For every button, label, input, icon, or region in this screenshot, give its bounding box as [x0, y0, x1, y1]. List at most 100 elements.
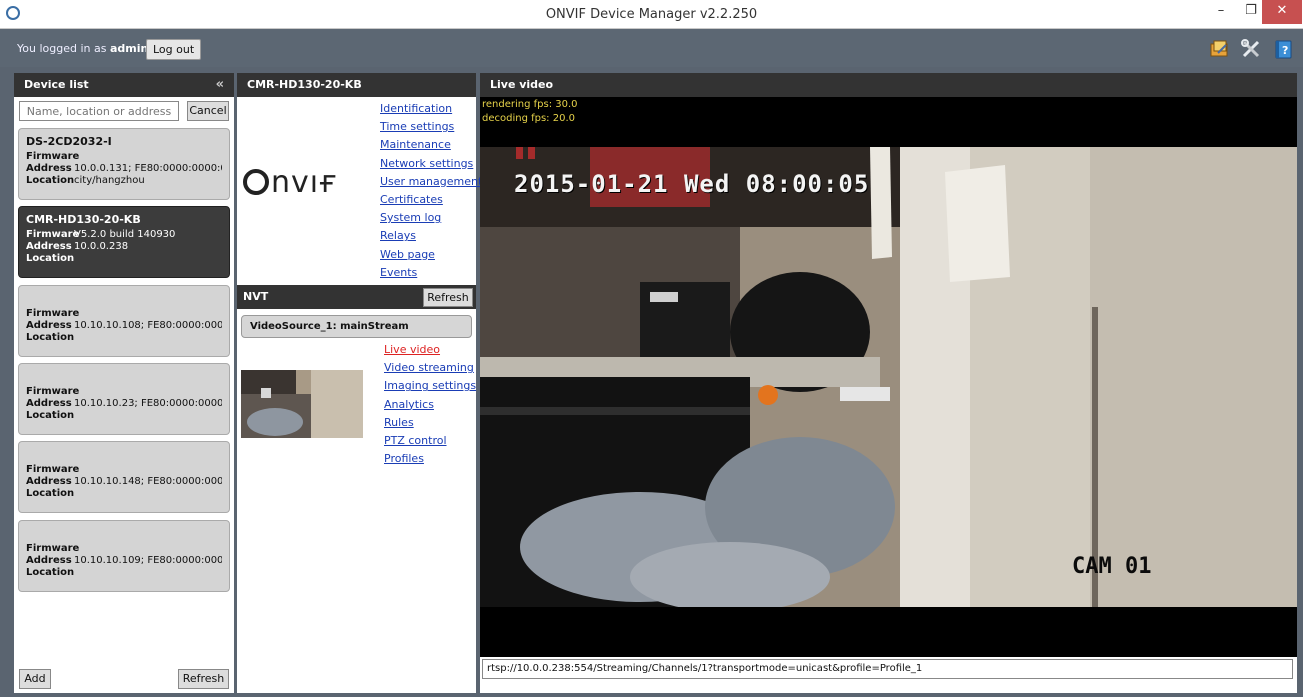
device-firmware-label: Firmware — [26, 386, 80, 397]
device-location-row: Location — [26, 488, 222, 500]
device-address-label: Address — [26, 241, 72, 252]
stream-url-field[interactable]: rtsp://10.0.0.238:554/Streaming/Channels… — [482, 659, 1293, 679]
login-status: You logged in as admin — [17, 42, 148, 55]
device-location-row: Location — [26, 567, 222, 579]
source-link-video-streaming[interactable]: Video streaming — [384, 361, 474, 374]
device-address-value: 10.10.10.148; FE80:0000:0000: — [74, 476, 222, 487]
device-address-row: Address 10.10.10.148; FE80:0000:0000: — [26, 476, 222, 488]
title-bar: ONVIF Device Manager v2.2.250 – ❐ ✕ — [0, 0, 1303, 29]
device-card[interactable]: Firmware Address 10.10.10.108; FE80:0000:0… — [18, 285, 230, 357]
device-location-value: city/hangzhou — [74, 175, 145, 186]
device-firmware-row: FirmwareV5.2.0 build 140930 — [26, 229, 222, 241]
osd-timestamp: 2015-01-21 Wed 08:00:05 — [514, 170, 870, 198]
video-thumbnail[interactable] — [241, 370, 363, 438]
live-video-header: Live video — [480, 73, 1297, 97]
device-address-row: Address 10.10.10.108; FE80:0000:0000: — [26, 320, 222, 332]
device-name: CMR-HD130-20-KB — [26, 213, 141, 226]
device-address-label: Address — [26, 398, 72, 409]
device-firmware-label: Firmware — [26, 308, 80, 319]
device-list-panel: Device list « Cancel DS-2CD2032-I Firmwar… — [14, 73, 234, 693]
device-firmware-label: Firmware — [26, 543, 80, 554]
device-address-value: 10.0.0.238 — [74, 241, 129, 252]
device-location-label: Location — [26, 332, 75, 343]
logout-button[interactable]: Log out — [146, 39, 202, 60]
video-viewport[interactable]: rendering fps: 30.0 decoding fps: 20.0 2… — [480, 97, 1297, 657]
device-location-label: Location — [26, 175, 75, 186]
source-link-profiles[interactable]: Profiles — [384, 452, 424, 465]
device-panel-header: CMR-HD130-20-KB — [237, 73, 476, 97]
live-video-panel: Live video rendering fps: 30.0 decoding … — [480, 73, 1297, 693]
device-firmware-label: Firmware — [26, 229, 80, 240]
onvif-logo-text: nvıғ — [271, 165, 338, 200]
device-location-row: Location — [26, 332, 222, 344]
device-name — [26, 448, 222, 464]
device-address-row: Address 10.10.10.109; FE80:0000:0000: — [26, 555, 222, 567]
device-firmware-label: Firmware — [26, 151, 80, 162]
device-address-value: 10.10.10.108; FE80:0000:0000: — [74, 320, 222, 331]
device-address-value: 10.10.10.23; FE80:0000:0000:0 — [74, 398, 222, 409]
menu-link-network-settings[interactable]: Network settings — [380, 157, 473, 170]
search-cancel-button[interactable]: Cancel — [187, 101, 229, 121]
source-link-analytics[interactable]: Analytics — [384, 398, 434, 411]
device-address-label: Address — [26, 476, 72, 487]
device-search-input[interactable] — [19, 101, 179, 121]
refresh-devices-button[interactable]: Refresh — [178, 669, 229, 689]
device-address-value: 10.0.0.131; FE80:0000:0000:00 — [74, 163, 222, 174]
menu-link-user-management[interactable]: User management — [380, 175, 482, 188]
device-address-value: 10.10.10.109; FE80:0000:0000: — [74, 555, 222, 566]
session-bar: You logged in as admin Log out ? — [0, 29, 1303, 67]
device-firmware-label: Firmware — [26, 464, 80, 475]
menu-link-time-settings[interactable]: Time settings — [380, 120, 454, 133]
device-panel: CMR-HD130-20-KB nvıғ Identification Time … — [237, 73, 482, 693]
device-list-title: Device list — [24, 78, 89, 91]
nvt-refresh-button[interactable]: Refresh — [423, 288, 473, 307]
device-location-label: Location — [26, 488, 75, 499]
help-book-icon[interactable]: ? — [1272, 38, 1294, 60]
device-location-row: Location — [26, 253, 222, 265]
device-address-label: Address — [26, 555, 72, 566]
device-list-header: Device list « — [14, 73, 234, 97]
device-name: DS-2CD2032-I — [26, 135, 112, 148]
device-card[interactable]: Firmware Address 10.10.10.23; FE80:0000:00… — [18, 363, 230, 435]
device-name — [26, 370, 222, 386]
svg-text:?: ? — [1282, 44, 1288, 57]
menu-link-events[interactable]: Events — [380, 266, 417, 279]
device-location-label: Location — [26, 567, 75, 578]
menu-link-identification[interactable]: Identification — [380, 102, 452, 115]
device-card[interactable]: DS-2CD2032-I Firmware Address 10.0.0.131; F… — [18, 128, 230, 200]
device-location-label: Location — [26, 410, 75, 421]
menu-link-system-log[interactable]: System log — [380, 211, 441, 224]
onvif-logo-o-icon — [243, 169, 269, 195]
menu-link-certificates[interactable]: Certificates — [380, 193, 443, 206]
source-link-rules[interactable]: Rules — [384, 416, 414, 429]
menu-link-maintenance[interactable]: Maintenance — [380, 138, 451, 151]
device-card[interactable]: CMR-HD130-20-KB FirmwareV5.2.0 build 1409… — [18, 206, 230, 278]
login-prefix: You logged in as — [17, 42, 107, 55]
onvif-logo: nvıғ — [243, 165, 338, 200]
device-card[interactable]: Firmware Address 10.10.10.148; FE80:0000:0… — [18, 441, 230, 513]
device-address-row: Address 10.0.0.238 — [26, 241, 222, 253]
close-button[interactable]: ✕ — [1262, 0, 1302, 24]
collapse-panel-icon[interactable]: « — [216, 73, 224, 97]
menu-link-web-page[interactable]: Web page — [380, 248, 435, 261]
tools-icon[interactable] — [1240, 38, 1262, 60]
device-firmware-row: Firmware — [26, 543, 222, 555]
source-link-live-video[interactable]: Live video — [384, 343, 440, 356]
device-address-label: Address — [26, 163, 72, 174]
device-location-row: Locationcity/hangzhou — [26, 175, 222, 187]
device-firmware-row: Firmware — [26, 464, 222, 476]
device-firmware-row: Firmware — [26, 386, 222, 398]
add-device-button[interactable]: Add — [19, 669, 51, 689]
source-link-imaging-settings[interactable]: Imaging settings — [384, 379, 476, 392]
notes-icon[interactable] — [1208, 38, 1230, 60]
device-name — [26, 527, 222, 543]
menu-link-relays[interactable]: Relays — [380, 229, 416, 242]
device-location-label: Location — [26, 253, 75, 264]
device-address-row: Address 10.10.10.23; FE80:0000:0000:0 — [26, 398, 222, 410]
video-source-bar[interactable]: VideoSource_1: mainStream — [241, 315, 472, 338]
source-link-ptz-control[interactable]: PTZ control — [384, 434, 447, 447]
device-firmware-row: Firmware — [26, 308, 222, 320]
device-firmware-row: Firmware — [26, 151, 222, 163]
minimize-button[interactable]: – — [1206, 0, 1236, 24]
device-card[interactable]: Firmware Address 10.10.10.109; FE80:0000:0… — [18, 520, 230, 592]
